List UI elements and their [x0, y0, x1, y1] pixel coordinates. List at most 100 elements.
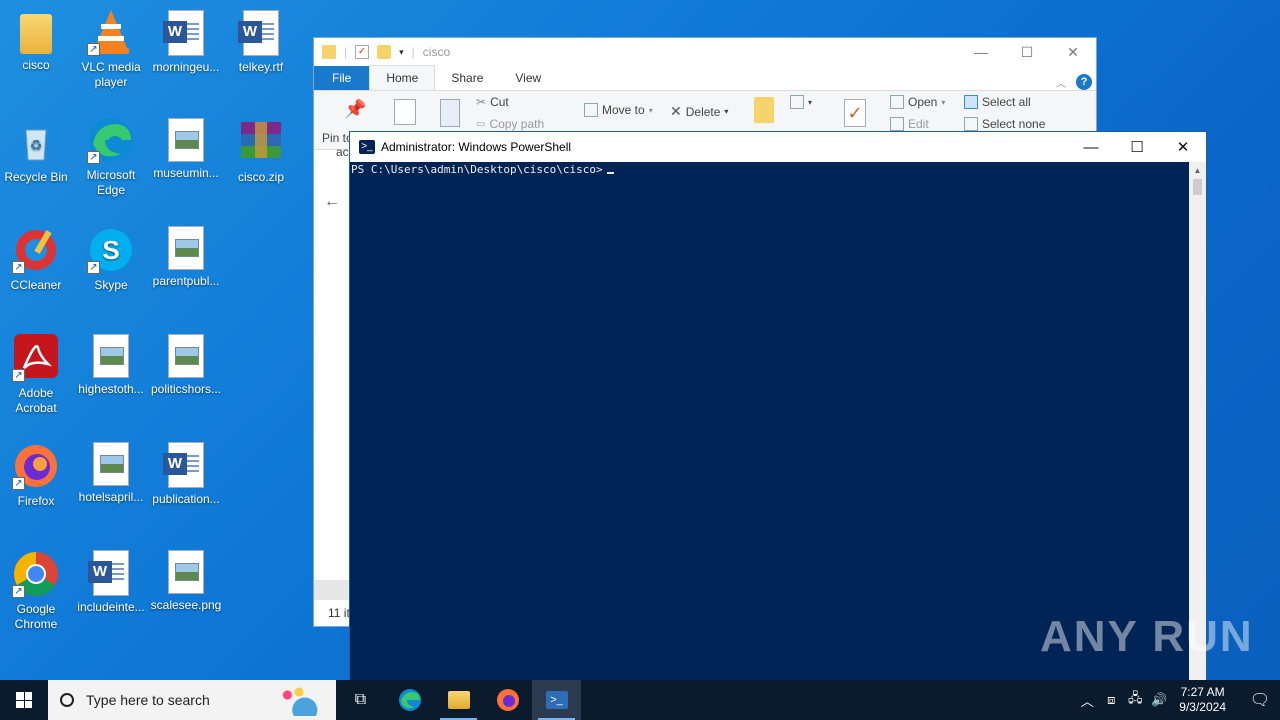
desktop-icon-ccleaner[interactable]: ↗ CCleaner — [0, 226, 72, 293]
volume-icon[interactable]: 🔊 — [1147, 692, 1171, 708]
desktop-icon-microsoft-edge[interactable]: ↗ Microsoft Edge — [75, 116, 147, 198]
network-icon[interactable]: 🖧 — [1123, 689, 1147, 711]
powershell-title-bar[interactable]: >_ Administrator: Windows PowerShell — ☐… — [350, 132, 1206, 162]
icon-label: Google Chrome — [14, 602, 58, 631]
desktop-icon-skype[interactable]: S ↗ Skype — [75, 226, 147, 293]
anyrun-watermark: ANY RUN — [1040, 612, 1254, 661]
maximize-button[interactable]: ☐ — [1004, 38, 1050, 66]
tab-home[interactable]: Home — [369, 65, 436, 90]
icon-label: parentpubl... — [152, 274, 220, 288]
scroll-up-icon[interactable]: ▲ — [1189, 162, 1206, 179]
minimize-button[interactable]: — — [1068, 132, 1114, 162]
scissors-icon: ✂ — [476, 95, 487, 109]
svg-text:S: S — [102, 235, 119, 265]
search-placeholder: Type here to search — [86, 692, 210, 708]
select-all-icon — [964, 95, 978, 109]
customize-quick-access-icon[interactable]: ▾ — [399, 47, 404, 58]
move-to-button[interactable]: Move to ▾ — [584, 103, 653, 117]
explorer-title: cisco — [422, 45, 451, 59]
new-item-button[interactable]: ▾ — [790, 95, 812, 109]
icon-label: CCleaner — [10, 278, 62, 292]
icon-label: telkey.rtf — [238, 60, 284, 74]
scrollbar-thumb[interactable] — [1193, 179, 1202, 195]
maximize-button[interactable]: ☐ — [1114, 132, 1160, 162]
copy-icon[interactable] — [394, 99, 416, 125]
icon-label: Recycle Bin — [4, 170, 68, 184]
desktop-icon-morningeu[interactable]: W morningeu... — [150, 10, 222, 75]
desktop-icon-museumin[interactable]: museumin... — [150, 118, 222, 181]
desktop-icon-recycle-bin[interactable]: ♻ Recycle Bin — [0, 118, 72, 185]
taskbar-firefox[interactable] — [483, 680, 532, 720]
folder-icon — [20, 14, 52, 54]
desktop-icon-vlc[interactable]: ↗ VLC media player — [75, 8, 147, 90]
select-none-button[interactable]: Select none — [964, 117, 1045, 131]
notifications-icon[interactable]: 🗨 — [1240, 690, 1280, 710]
firefox-icon: ↗ — [12, 442, 60, 490]
icon-label: Skype — [94, 278, 128, 292]
new-folder-icon[interactable] — [377, 45, 392, 59]
desktop-icon-telkey[interactable]: W telkey.rtf — [225, 10, 297, 75]
desktop-icon-scalesee[interactable]: scalesee.png — [150, 550, 222, 613]
task-view-button[interactable]: ⧉ — [336, 680, 385, 720]
new-folder-button[interactable] — [754, 97, 774, 123]
desktop-icon-google-chrome[interactable]: ↗ Google Chrome — [0, 550, 72, 632]
search-highlight-icon — [270, 686, 328, 716]
icon-label: morningeu... — [152, 60, 220, 74]
powershell-window[interactable]: >_ Administrator: Windows PowerShell — ☐… — [349, 131, 1207, 692]
svg-text:♻: ♻ — [30, 137, 43, 153]
ribbon-tabs: File Home Share View ︿ ? — [314, 65, 1096, 90]
copy-path-button[interactable]: ▭ Copy path — [476, 117, 544, 131]
icon-label: includeinte... — [77, 600, 145, 614]
edit-button[interactable]: Edit — [890, 117, 929, 131]
desktop-icon-adobe-acrobat[interactable]: ↗ Adobe Acrobat — [0, 334, 72, 416]
checkmark-icon: ✓ — [844, 99, 866, 127]
desktop-icon-hotelsapril[interactable]: hotelsapril... — [75, 442, 147, 505]
properties-button[interactable]: ✓ — [844, 99, 866, 127]
back-arrow-icon[interactable]: ← — [324, 193, 340, 211]
minimize-button[interactable]: — — [958, 38, 1004, 66]
collapse-ribbon-icon[interactable]: ︿ — [1056, 75, 1066, 90]
powershell-icon: >_ — [545, 691, 568, 709]
desktop-icon-parentpubl[interactable]: parentpubl... — [150, 226, 222, 289]
icon-label: Firefox — [17, 494, 55, 508]
icon-label: highestoth... — [78, 382, 144, 396]
taskbar-file-explorer[interactable] — [434, 680, 483, 720]
clock[interactable]: 7:27 AM 9/3/2024 — [1179, 685, 1226, 715]
powershell-icon: >_ — [359, 140, 375, 154]
desktop-icon-highestoth[interactable]: highestoth... — [75, 334, 147, 397]
icon-label: politicshors... — [150, 382, 222, 396]
taskbar-edge[interactable] — [385, 680, 434, 720]
cut-button[interactable]: ✂ Cut — [476, 95, 509, 109]
desktop-icon-cisco-zip[interactable]: cisco.zip — [225, 118, 297, 185]
task-view-icon: ⧉ — [354, 691, 367, 708]
item-count: 11 it — [328, 606, 350, 620]
pin-label-2: ac — [336, 145, 349, 159]
meet-now-icon[interactable]: ⧈ — [1099, 692, 1123, 708]
horizontal-scrollbar[interactable] — [314, 580, 354, 600]
desktop-icon-includeinte[interactable]: W includeinte... — [75, 550, 147, 615]
tab-view[interactable]: View — [499, 66, 557, 90]
close-button[interactable]: ✕ — [1160, 132, 1206, 162]
pin-icon[interactable]: 📌 — [344, 99, 366, 120]
open-button[interactable]: Open ▾ — [890, 95, 945, 109]
close-button[interactable]: ✕ — [1050, 38, 1096, 66]
properties-icon[interactable]: ✓ — [355, 45, 370, 59]
console-prompt: PS C:\Users\admin\Desktop\cisco\cisco> — [351, 163, 603, 176]
explorer-title-bar[interactable]: | ✓ ▾ | cisco — ☐ ✕ — [314, 38, 1096, 66]
show-hidden-icons-icon[interactable]: ︿ — [1075, 691, 1099, 710]
tab-share[interactable]: Share — [435, 66, 499, 90]
desktop-icon-publication[interactable]: W publication... — [150, 442, 222, 507]
paste-icon[interactable] — [440, 99, 460, 127]
image-file-icon — [168, 226, 204, 270]
desktop-icon-firefox[interactable]: ↗ Firefox — [0, 442, 72, 509]
desktop-icon-politicshors[interactable]: politicshors... — [150, 334, 222, 397]
help-icon[interactable]: ? — [1076, 74, 1092, 90]
taskbar-search-box[interactable]: Type here to search — [48, 680, 336, 720]
taskbar-powershell[interactable]: >_ — [532, 680, 581, 720]
edit-icon — [890, 117, 904, 131]
start-button[interactable] — [0, 680, 48, 720]
tab-file[interactable]: File — [314, 66, 370, 90]
delete-button[interactable]: ✕ Delete ▾ — [670, 103, 728, 120]
desktop-icon-cisco-folder[interactable]: cisco — [0, 10, 72, 73]
select-all-button[interactable]: Select all — [964, 95, 1031, 109]
